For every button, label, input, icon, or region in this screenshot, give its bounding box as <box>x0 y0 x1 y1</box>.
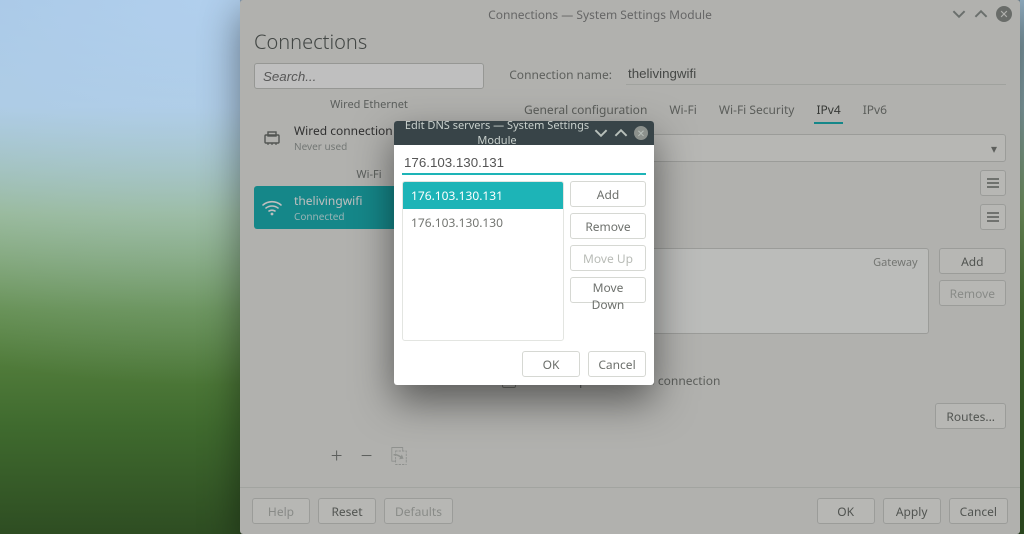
dns-list-item[interactable]: 176.103.130.131 <box>403 182 563 209</box>
modal-maximize-icon[interactable] <box>614 126 628 140</box>
modal-minimize-icon[interactable] <box>594 126 608 140</box>
modal-cancel-button[interactable]: Cancel <box>588 351 646 377</box>
modal-ok-button[interactable]: OK <box>522 351 580 377</box>
modal-title: Edit DNS servers — System Settings Modul… <box>400 118 594 148</box>
edit-dns-modal: Edit DNS servers — System Settings Modul… <box>394 121 654 385</box>
dns-list[interactable]: 176.103.130.131 176.103.130.130 <box>402 181 564 341</box>
dns-move-down-button[interactable]: Move Down <box>570 277 646 303</box>
dns-remove-button[interactable]: Remove <box>570 213 646 239</box>
dns-add-button[interactable]: Add <box>570 181 646 207</box>
modal-titlebar: Edit DNS servers — System Settings Modul… <box>394 121 654 145</box>
modal-close-icon[interactable]: ✕ <box>634 126 648 140</box>
dns-list-item[interactable]: 176.103.130.130 <box>403 209 563 236</box>
dns-move-up-button[interactable]: Move Up <box>570 245 646 271</box>
dns-entry-input[interactable] <box>402 151 646 175</box>
